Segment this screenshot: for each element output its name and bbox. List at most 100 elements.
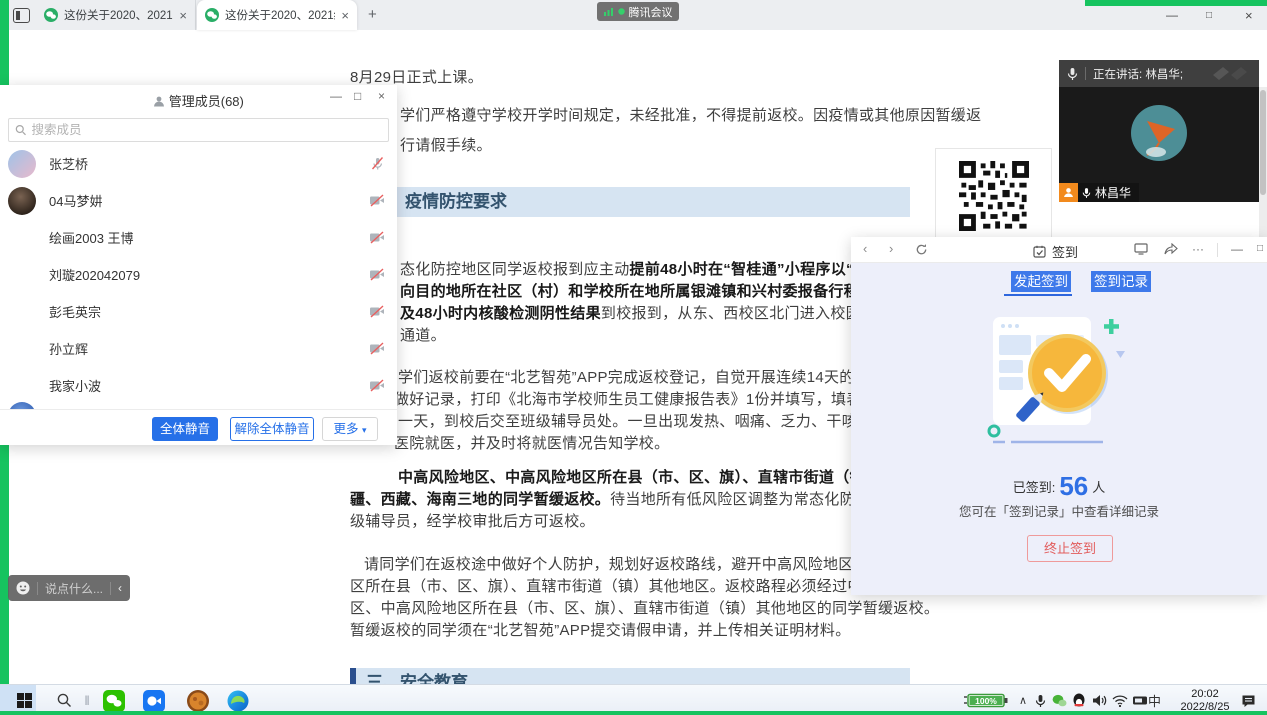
share-icon[interactable]	[1164, 243, 1178, 255]
section-title: 疫情防控要求	[350, 187, 910, 217]
article-line: 态化防控地区同学返校报到应主动提前48小时在“智桂通”小程序以“一键	[400, 258, 884, 279]
article-line: 医院就医，并及时将就医情况告知学校。	[394, 432, 669, 453]
member-name: 张芝桥	[49, 154, 357, 173]
clock-time: 20:02	[1191, 688, 1219, 701]
chat-quick-bubble[interactable]: 说点什么... ‹	[8, 575, 130, 601]
member-search-input[interactable]	[31, 123, 382, 137]
mic-icon	[1082, 187, 1091, 199]
participant-name: 林昌华	[1095, 184, 1131, 201]
svg-text:100%: 100%	[975, 696, 997, 706]
signin-title: 签到	[1033, 242, 1078, 261]
qr-code-image	[959, 161, 1029, 231]
browser-tab-active[interactable]: 这份关于2020、2021级同学开学 ×	[197, 0, 357, 30]
video-feed[interactable]: 林昌华	[1059, 87, 1259, 202]
member-row[interactable]: 刘璇202042079	[0, 256, 397, 293]
signin-minimize-button[interactable]: —	[1231, 242, 1243, 256]
signin-menu-icon[interactable]: ···	[1192, 242, 1204, 256]
article-line: 暂缓返校的同学须在“北艺智苑”APP提交请假申请，并上传相关证明材料。	[350, 619, 851, 640]
section-banner-epidemic: 疫情防控要求	[350, 187, 910, 217]
members-close-button[interactable]: ×	[378, 89, 385, 103]
signin-maximize-button[interactable]: □	[1257, 243, 1263, 254]
window-close-button[interactable]: ×	[1245, 4, 1253, 26]
person-icon	[153, 96, 165, 107]
article-line: 行请假手续。	[400, 134, 492, 155]
active-tab-underline	[1004, 294, 1072, 296]
member-avatar	[8, 372, 36, 400]
camera-off-icon[interactable]	[369, 231, 385, 244]
tab-start-signin[interactable]: 发起签到	[1011, 271, 1071, 292]
collapse-icon[interactable]: ‹	[118, 581, 122, 595]
manage-members-panel: 管理成员(68) — □ × 张芝桥 04马梦妌 绘画2003 王博 刘璇202…	[0, 85, 397, 445]
meeting-logo-icon	[1211, 65, 1253, 81]
meeting-status-pill[interactable]: 腾讯会议	[597, 2, 679, 21]
cast-icon[interactable]	[1134, 243, 1148, 255]
meeting-pill-label: 腾讯会议	[629, 4, 673, 20]
section-title: 三、安全教育	[350, 668, 910, 684]
browser-tab-inactive[interactable]: 这份关于2020、2021级同学开学 ×	[36, 0, 196, 30]
signin-window: ‹ › 签到 ··· — □ 发起签到 签到记录	[851, 237, 1267, 595]
more-button[interactable]: 更多 ▾	[322, 417, 378, 441]
article-line: 学们严格遵守学校开学时间规定，未经批准，不得提前返校。因疫情或其他原因暂缓返	[400, 104, 981, 125]
camera-off-icon[interactable]	[369, 268, 385, 281]
tab-actions-icon[interactable]	[13, 8, 30, 23]
calendar-check-icon	[1033, 245, 1046, 258]
emoji-icon[interactable]	[16, 581, 30, 595]
camera-off-icon[interactable]	[369, 305, 385, 318]
signin-note: 您可在「签到记录」中查看详细记录	[851, 501, 1267, 520]
screenshare-border-bottom	[0, 711, 1267, 715]
members-maximize-button[interactable]: □	[354, 89, 361, 103]
tab-title: 这份关于2020、2021级同学开学	[64, 7, 173, 23]
camera-off-icon[interactable]	[369, 342, 385, 355]
header-divider	[1085, 67, 1086, 80]
camera-off-icon[interactable]	[369, 379, 385, 392]
signin-back-icon[interactable]: ‹	[863, 241, 867, 256]
article-line: 级辅导员，经学校审批后方可返校。	[350, 510, 595, 531]
new-tab-button[interactable]: +	[368, 6, 377, 23]
caret-down-icon: ▾	[362, 425, 367, 435]
participant-nametag: 林昌华	[1059, 183, 1139, 202]
tab-close-icon[interactable]: ×	[179, 8, 187, 23]
article-line: 请同学们在返校途中做好个人防护，规划好返校路线，避开中高风险地区、中高	[364, 553, 900, 574]
member-name: 孙立辉	[49, 339, 356, 358]
members-minimize-button[interactable]: —	[330, 89, 342, 103]
member-row[interactable]: 孙立辉	[0, 330, 397, 367]
window-minimize-button[interactable]: —	[1166, 4, 1178, 26]
tab-signin-records[interactable]: 签到记录	[1091, 271, 1151, 292]
article-line: 及48小时内核酸检测阴性结果到校报到，从东、西校区北门进入校园，其他校	[400, 302, 922, 323]
member-row[interactable]: 绘画2003 王博	[0, 219, 397, 256]
search-icon	[15, 124, 26, 136]
window-restore-button[interactable]: □	[1206, 4, 1212, 26]
meeting-video-panel: 正在讲话: 林昌华; 林昌华	[1059, 60, 1259, 202]
unmute-all-button[interactable]: 解除全体静音	[230, 417, 314, 441]
article-line: 8月29日正式上课。	[350, 66, 483, 87]
member-avatar	[8, 298, 36, 326]
camera-off-icon[interactable]	[369, 194, 385, 207]
mute-all-button[interactable]: 全体静音	[152, 417, 218, 441]
scrollbar-thumb[interactable]	[1260, 90, 1266, 195]
mic-off-icon[interactable]	[370, 156, 385, 171]
member-avatar	[8, 187, 36, 215]
stop-signin-button[interactable]: 终止签到	[1027, 535, 1113, 562]
signin-refresh-icon[interactable]	[915, 243, 928, 256]
signin-forward-icon[interactable]: ›	[889, 241, 893, 256]
signin-titlebar: ‹ › 签到 ··· — □	[851, 237, 1267, 263]
section-banner-safety: 三、安全教育	[350, 668, 910, 684]
member-name: 绘画2003 王博	[49, 228, 356, 247]
article-line: 区、中高风险地区所在县（市、区、旗）、直辖市街道（镇）其他地区的同学暂缓返校。	[350, 597, 939, 618]
wechat-favicon-icon	[44, 8, 58, 22]
member-search-box[interactable]	[8, 118, 389, 142]
article-line: 疆、西藏、海南三地的同学暂缓返校。待当地所有低风险区调整为常态化防控后，	[350, 488, 901, 509]
signal-bars-icon	[604, 7, 614, 16]
member-row[interactable]: 04马梦妌	[0, 182, 397, 219]
member-avatar	[8, 150, 36, 178]
article-line: 区所在县（市、区、旗）、直辖市街道（镇）其他地区。返校路程必须经过中高	[350, 575, 878, 596]
member-row[interactable]: 张芝桥	[0, 145, 397, 182]
signed-unit: 人	[1092, 480, 1105, 495]
article-line: 中高风险地区、中高风险地区所在县（市、区、旗）、直辖市街道（镇）其他地	[398, 466, 926, 487]
chat-input-placeholder[interactable]: 说点什么...	[45, 580, 103, 597]
article-line: 学们返校前要在“北艺智苑”APP完成返校登记，自觉开展连续14天的自我	[398, 366, 885, 387]
member-name: 彭毛英宗	[49, 302, 356, 321]
tab-close-icon[interactable]: ×	[341, 8, 349, 23]
titlebar-divider	[1217, 243, 1218, 257]
member-row[interactable]: 彭毛英宗	[0, 293, 397, 330]
